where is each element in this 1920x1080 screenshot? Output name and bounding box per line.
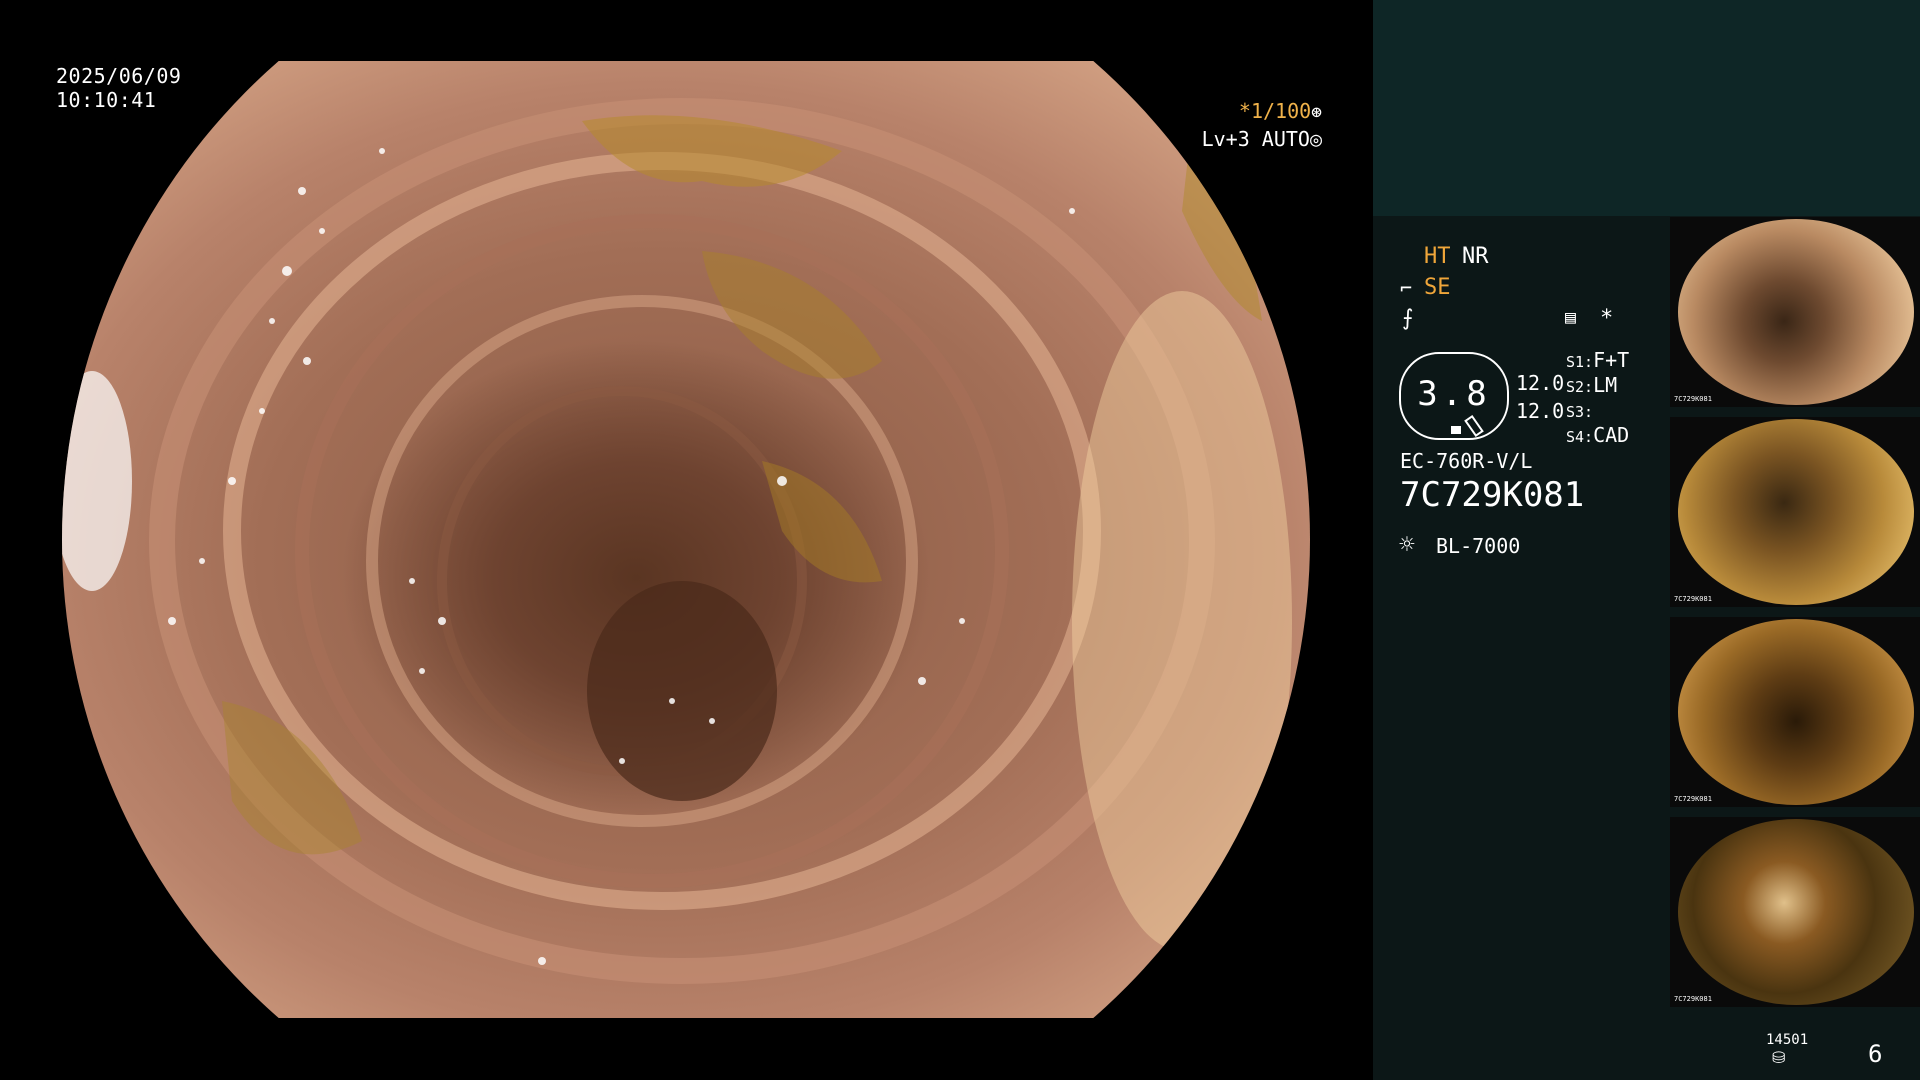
thumbnail-caption: 7C729K081 bbox=[1674, 595, 1712, 603]
switch-row-3: S3: bbox=[1566, 403, 1594, 421]
structure-enhance-icon: ⌐ bbox=[1400, 276, 1413, 300]
light-source-icon: ☼ bbox=[1399, 530, 1415, 560]
thumbnail-image bbox=[1678, 219, 1914, 405]
shutter-icon: ⊛ bbox=[1311, 102, 1322, 123]
mode-nr: NR bbox=[1462, 244, 1489, 269]
scope-model: EC-760R-V/L bbox=[1400, 449, 1533, 473]
endoscope-live-image bbox=[62, 61, 1310, 1018]
image-counter: 14501 bbox=[1766, 1032, 1809, 1048]
thumbnail-caption: 7C729K081 bbox=[1674, 995, 1712, 1003]
thumbnail-image bbox=[1678, 619, 1914, 805]
gauge-value: 3.8 bbox=[1417, 374, 1491, 414]
list-icon: ▤ bbox=[1565, 307, 1576, 328]
info-panel-header-area bbox=[1373, 0, 1920, 216]
gauge-right-value-2: 12.0 bbox=[1516, 399, 1565, 423]
captured-thumbnail[interactable]: 7C729K081 bbox=[1670, 617, 1920, 807]
shutter-readout: *1/100⊛ bbox=[1239, 99, 1322, 123]
storage-icon: ⛁ bbox=[1772, 1048, 1786, 1067]
thumbnail-caption: 7C729K081 bbox=[1674, 395, 1712, 403]
scope-serial: 7C729K081 bbox=[1400, 475, 1585, 515]
captured-thumbnail[interactable]: 7C729K081 bbox=[1670, 217, 1920, 407]
gauge-needle-icon bbox=[1464, 414, 1484, 438]
time-readout: 10:10:41 bbox=[56, 88, 157, 112]
iris-readout: Lv+3 AUTO◎ bbox=[1202, 127, 1322, 151]
switch-row-1: S1:F+T bbox=[1566, 348, 1630, 372]
iris-icon: ◎ bbox=[1309, 127, 1322, 151]
function-icon: ⨍ bbox=[1402, 306, 1414, 331]
switch-row-2: S2:LM bbox=[1566, 373, 1618, 397]
thumbnail-caption: 7C729K081 bbox=[1674, 795, 1712, 803]
gauge-right-value-1: 12.0 bbox=[1516, 371, 1565, 395]
captured-thumbnail[interactable]: 7C729K081 bbox=[1670, 417, 1920, 607]
mode-ht: HT bbox=[1424, 244, 1451, 269]
light-source-model: BL-7000 bbox=[1436, 534, 1521, 558]
capture-count: 6 bbox=[1868, 1040, 1883, 1068]
lumen-folds-drawing bbox=[62, 98, 1292, 984]
brightness-gauge: 3.8 bbox=[1399, 352, 1509, 440]
gauge-marker-icon bbox=[1451, 426, 1461, 434]
shutter-value: *1/100 bbox=[1238, 99, 1312, 123]
endoscopy-screen: 2025/06/09 10:10:41 *1/100⊛ Lv+3 AUTO◎ H… bbox=[0, 0, 1920, 1080]
switch-row-4: S4:CAD bbox=[1566, 423, 1630, 447]
date-readout: 2025/06/09 bbox=[56, 64, 182, 88]
star-icon: * bbox=[1600, 306, 1614, 331]
captured-thumbnail[interactable]: 7C729K081 bbox=[1670, 817, 1920, 1007]
thumbnail-image bbox=[1678, 419, 1914, 605]
thumbnail-image bbox=[1678, 819, 1914, 1005]
mode-se: SE bbox=[1424, 275, 1451, 300]
iris-mode: Lv+3 AUTO bbox=[1201, 127, 1310, 151]
